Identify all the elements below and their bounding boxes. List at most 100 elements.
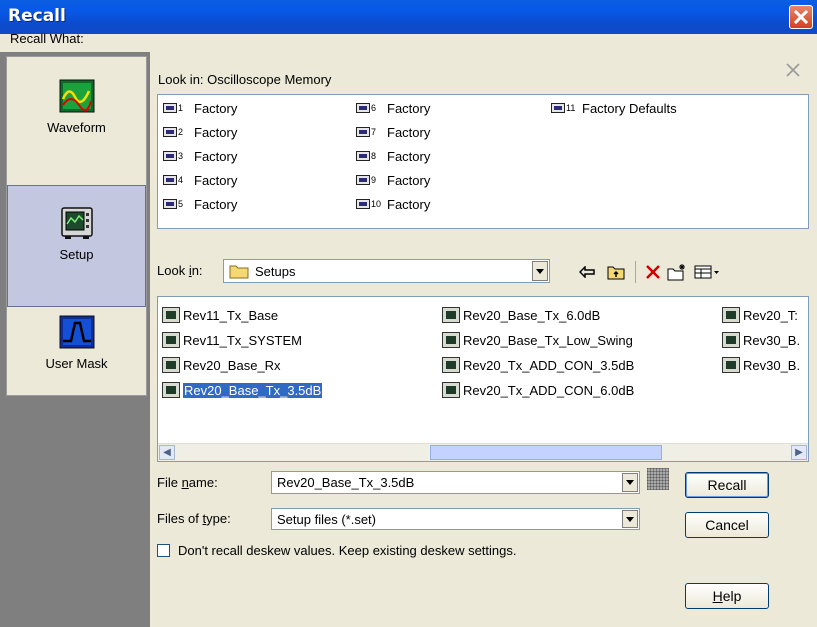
memory-chip-icon — [356, 199, 370, 209]
setup-file-icon — [162, 307, 180, 323]
file-list: Rev11_Tx_Base Rev11_Tx_SYSTEM Rev20_Base… — [157, 296, 809, 462]
nav-item-label: Waveform — [47, 120, 106, 135]
toolbar-separator — [635, 261, 636, 283]
memory-chip-icon — [356, 175, 370, 185]
dropdown-arrow-icon[interactable] — [532, 261, 548, 281]
main-panel: Look in: Oscilloscope Memory 1 Factory 2F… — [150, 34, 817, 615]
waveform-icon — [59, 79, 94, 113]
filetype-value: Setup files (*.set) — [277, 511, 376, 527]
file-item[interactable]: Rev20_Tx_ADD_CON_6.0dB — [442, 380, 634, 400]
recall-what-panel: Recall What: Waveform Setup User Mask — [0, 31, 150, 627]
memory-slot-9[interactable]: 9 Factory — [356, 171, 430, 189]
help-button[interactable]: Help — [685, 583, 769, 609]
setup-file-icon — [162, 332, 180, 348]
recall-button[interactable]: Recall — [685, 472, 769, 498]
scroll-left-icon[interactable]: ◀ — [159, 445, 175, 460]
nav-item-label: User Mask — [45, 356, 108, 371]
file-item[interactable]: Rev30_B. — [722, 355, 800, 375]
nav-item-waveform[interactable]: Waveform — [7, 65, 146, 190]
memory-slot-1[interactable]: 1 Factory — [163, 99, 237, 117]
scroll-thumb[interactable] — [430, 445, 662, 460]
filename-input[interactable]: Rev20_Base_Tx_3.5dB — [271, 471, 640, 494]
lookin-dropdown[interactable]: Setups — [223, 259, 550, 283]
view-menu-icon — [694, 265, 719, 279]
new-folder-icon — [667, 264, 685, 281]
nav-frame: Waveform Setup User Mask — [0, 52, 150, 627]
title-bar: Recall — [0, 0, 817, 34]
lookin-folder: Setups — [255, 263, 296, 279]
file-item[interactable]: Rev20_Tx_ADD_CON_3.5dB — [442, 355, 634, 375]
memory-chip-icon — [356, 103, 370, 113]
memory-slot-6[interactable]: 6 Factory — [356, 99, 430, 117]
setup-file-icon — [442, 382, 460, 398]
file-item[interactable]: Rev20_Base_Tx_Low_Swing — [442, 330, 633, 350]
memory-slot-5[interactable]: 5 Factory — [163, 195, 237, 213]
folder-icon — [229, 265, 249, 279]
setup-file-icon — [722, 307, 740, 323]
memory-chip-icon — [163, 175, 177, 185]
setup-file-icon — [722, 332, 740, 348]
nav-item-setup[interactable]: Setup — [7, 185, 146, 307]
keypad-icon[interactable] — [647, 468, 669, 490]
memory-chip-icon — [551, 103, 565, 113]
nav-item-label: Setup — [59, 247, 94, 262]
setup-file-icon — [162, 382, 180, 398]
file-item-selected[interactable]: Rev20_Base_Tx_3.5dB — [162, 380, 324, 400]
setup-file-icon — [722, 357, 740, 373]
window-close-button[interactable] — [789, 5, 813, 29]
file-item[interactable]: Rev20_Base_Tx_6.0dB — [442, 305, 600, 325]
up-folder-icon — [607, 266, 625, 280]
nav-list: Waveform Setup User Mask — [6, 56, 147, 396]
scroll-right-icon[interactable]: ▶ — [791, 445, 807, 460]
setup-file-icon — [442, 332, 460, 348]
back-button[interactable] — [576, 261, 598, 283]
dropdown-arrow-icon[interactable] — [622, 473, 638, 492]
file-item[interactable]: Rev20_T: — [722, 305, 798, 325]
memory-slot-4[interactable]: 4 Factory — [163, 171, 237, 189]
lookin-label: Look in: — [157, 263, 203, 278]
user-mask-icon — [59, 315, 94, 349]
delete-icon — [646, 265, 660, 279]
window-title: Recall — [8, 6, 66, 26]
filename-label: File name: — [157, 475, 218, 490]
filetype-label: Files of type: — [157, 511, 231, 526]
file-item[interactable]: Rev11_Tx_SYSTEM — [162, 330, 302, 350]
memory-chip-icon — [356, 151, 370, 161]
memory-slot-2[interactable]: 2 Factory — [163, 123, 237, 141]
up-folder-button[interactable] — [605, 261, 627, 283]
file-item[interactable]: Rev20_Base_Rx — [162, 355, 281, 375]
new-folder-button[interactable] — [666, 261, 688, 283]
memory-slot-7[interactable]: 7 Factory — [356, 123, 430, 141]
memory-slot-3[interactable]: 3 Factory — [163, 147, 237, 165]
view-menu-button[interactable] — [692, 261, 722, 283]
filename-value: Rev20_Base_Tx_3.5dB — [277, 475, 415, 490]
close-icon — [794, 10, 808, 24]
deskew-label: Don't recall deskew values. Keep existin… — [178, 543, 517, 558]
filetype-select[interactable]: Setup files (*.set) — [271, 508, 640, 530]
setup-icon — [60, 207, 93, 239]
setup-file-icon — [442, 357, 460, 373]
dropdown-arrow-icon[interactable] — [622, 510, 638, 528]
dismiss-icon[interactable] — [785, 62, 801, 78]
memory-chip-icon — [163, 103, 177, 113]
delete-button[interactable] — [642, 261, 664, 283]
setup-file-icon — [162, 357, 180, 373]
memory-chip-icon — [356, 127, 370, 137]
file-item[interactable]: Rev30_B. — [722, 330, 800, 350]
cancel-button[interactable]: Cancel — [685, 512, 769, 538]
recall-what-label: Recall What: — [10, 31, 84, 46]
setup-file-icon — [442, 307, 460, 323]
memory-lookin-label: Look in: Oscilloscope Memory — [158, 72, 332, 87]
memory-slot-11[interactable]: 11 Factory Defaults — [551, 99, 677, 117]
memory-slot-8[interactable]: 8 Factory — [356, 147, 430, 165]
nav-item-user-mask[interactable]: User Mask — [7, 309, 146, 404]
memory-chip-icon — [163, 199, 177, 209]
file-item[interactable]: Rev11_Tx_Base — [162, 305, 278, 325]
horizontal-scrollbar[interactable]: ◀ ▶ — [158, 443, 808, 461]
memory-chip-icon — [163, 127, 177, 137]
memory-list: 1 Factory 2 Factory 3 Factory 4 Factory 5 Fac… — [157, 94, 809, 229]
back-icon — [579, 266, 595, 278]
memory-slot-10[interactable]: 10 Factory — [356, 195, 430, 213]
memory-chip-icon — [163, 151, 177, 161]
deskew-checkbox[interactable] — [157, 544, 170, 557]
